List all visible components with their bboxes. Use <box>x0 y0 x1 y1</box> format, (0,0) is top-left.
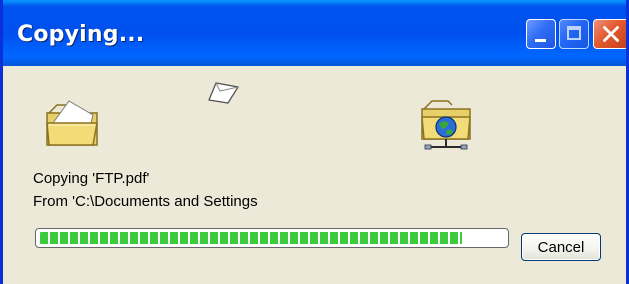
copy-dialog-window: Copying... Copying 'FTP.pdf' From 'C:\Do… <box>0 0 629 284</box>
window-title: Copying... <box>17 22 145 47</box>
title-bar[interactable]: Copying... <box>3 0 626 66</box>
minimize-button[interactable] <box>526 19 556 49</box>
network-folder-icon <box>421 100 471 150</box>
close-icon <box>603 26 619 42</box>
minimize-icon <box>535 39 546 42</box>
maximize-icon <box>567 26 581 40</box>
flying-document-icon <box>208 82 240 104</box>
close-button[interactable] <box>593 19 626 49</box>
cancel-button[interactable]: Cancel <box>521 233 601 261</box>
folder-icon <box>46 100 98 146</box>
status-file-text: Copying 'FTP.pdf' <box>33 170 150 187</box>
progress-fill <box>40 232 463 244</box>
maximize-button <box>559 19 589 49</box>
copy-progress-bar <box>35 228 509 248</box>
status-source-text: From 'C:\Documents and Settings <box>33 193 258 210</box>
